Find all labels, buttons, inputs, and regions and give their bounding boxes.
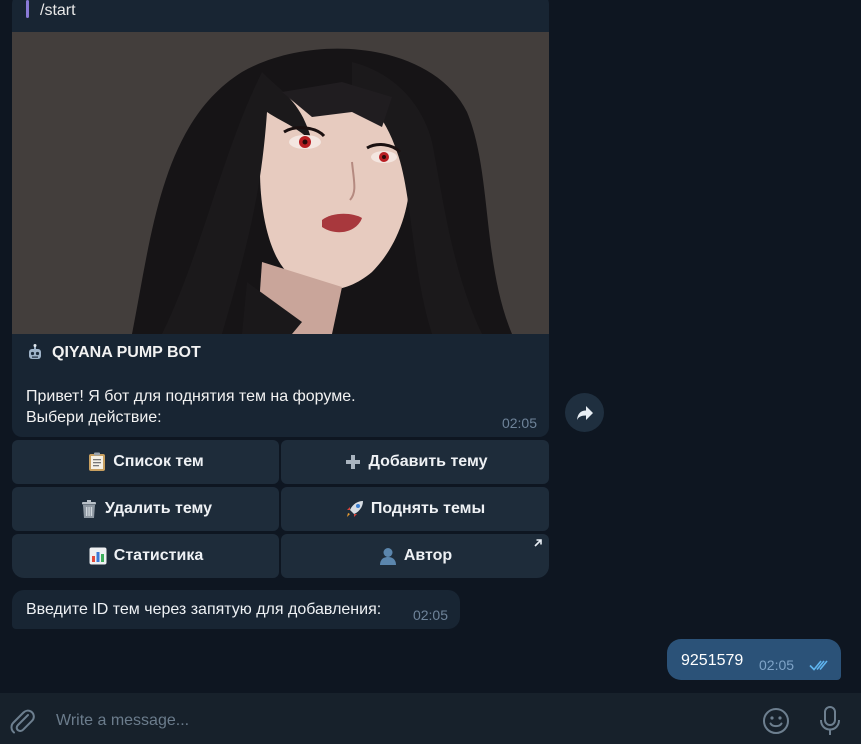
robot-icon [29, 344, 41, 359]
add-topic-label: Добавить тему [368, 453, 488, 470]
chat-history: /start QIYANA PUMP BOT Привет! Я бот для… [0, 0, 861, 693]
paperclip-icon[interactable] [9, 707, 35, 735]
bot-message-line1: Привет! Я бот для поднятия тем на форуме… [26, 388, 356, 405]
clipboard-icon [87, 452, 107, 472]
statistics-button[interactable]: Статистика [12, 534, 279, 578]
statistics-label: Статистика [113, 547, 204, 564]
bot-prompt-message: Введите ID тем через запятую для добавле… [12, 590, 460, 629]
outgoing-message-text: 9251579 [681, 652, 744, 669]
external-link-icon [534, 539, 542, 547]
message-input[interactable] [56, 710, 736, 732]
bot-title-text: QIYANA PUMP BOT [52, 344, 201, 361]
rocket-icon [345, 499, 365, 519]
author-button[interactable]: Автор [281, 534, 549, 578]
bot-title: QIYANA PUMP BOT [26, 344, 201, 362]
bot-message-text: Привет! Я бот для поднятия тем на форуме… [26, 386, 356, 428]
message-time: 02:05 [412, 607, 448, 623]
list-topics-button[interactable]: Список тем [12, 440, 279, 484]
list-topics-label: Список тем [113, 453, 204, 470]
reply-bar [26, 0, 29, 18]
delete-topic-button[interactable]: Удалить тему [12, 487, 279, 531]
user-icon [378, 546, 398, 566]
plus-icon [343, 452, 363, 472]
message-time: 02:05 [501, 415, 537, 431]
trash-icon [79, 499, 99, 519]
forward-button[interactable] [565, 393, 604, 432]
bot-prompt-text: Введите ID тем через запятую для добавле… [26, 601, 382, 618]
bot-message-line2: Выбери действие: [26, 409, 162, 426]
reply-quote[interactable]: /start [40, 2, 76, 20]
bot-message: /start QIYANA PUMP BOT Привет! Я бот для… [12, 0, 549, 437]
message-photo[interactable] [12, 32, 549, 334]
delete-topic-label: Удалить тему [104, 500, 213, 517]
outgoing-message: 9251579 02:05 [667, 639, 841, 680]
message-time: 02:05 [759, 657, 795, 673]
bump-topics-label: Поднять темы [370, 500, 486, 517]
forward-icon [576, 405, 593, 420]
microphone-icon[interactable] [817, 705, 843, 737]
double-check-icon [809, 660, 828, 671]
add-topic-button[interactable]: Добавить тему [281, 440, 549, 484]
bump-topics-button[interactable]: Поднять темы [281, 487, 549, 531]
bar-chart-icon [88, 546, 108, 566]
emoji-icon[interactable] [762, 707, 790, 735]
author-label: Автор [403, 547, 453, 564]
